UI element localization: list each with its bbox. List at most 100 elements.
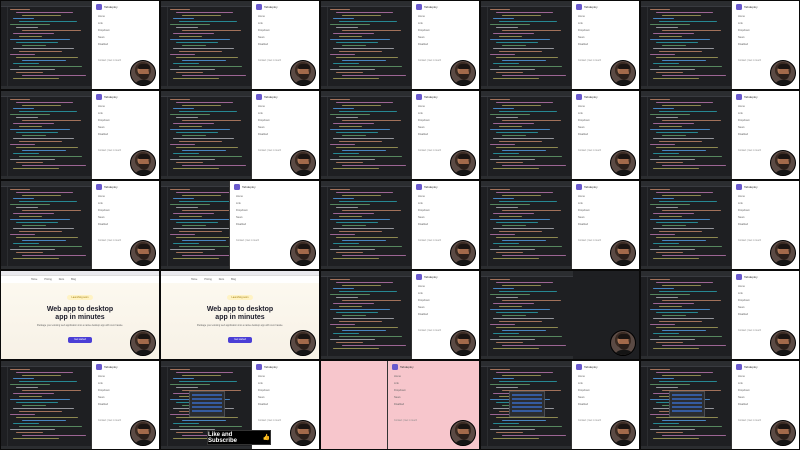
app-nav-item[interactable]: Home [98,193,110,200]
app-nav-item[interactable]: Home [738,373,750,380]
video-frame-thumbnail[interactable]: Tabdeploy Home Link Dropdown News Disabled Con… [160,180,320,270]
code-editor[interactable] [481,181,573,269]
app-nav-item[interactable]: News [578,214,590,221]
code-editor[interactable] [161,91,253,179]
video-frame-thumbnail[interactable]: Tabdeploy Home Link Dropdown News Disabled Con… [480,360,640,450]
editor-tabs[interactable] [1,361,93,367]
video-frame-thumbnail[interactable]: Tabdeploy Home Link Dropdown News Disabled Con… [160,90,320,180]
app-nav-item[interactable]: Link [418,290,430,297]
app-nav-item[interactable]: Link [738,380,750,387]
app-nav-item[interactable]: Home [418,193,430,200]
editor-tabs[interactable] [1,1,93,7]
video-frame-thumbnail[interactable]: Tabdeploy Home Link Dropdown News Disabled Con… [320,90,480,180]
code-editor[interactable] [321,181,413,269]
app-nav-item[interactable]: Home [418,283,430,290]
app-nav-item[interactable]: Link [258,380,270,387]
autocomplete-item[interactable] [672,398,702,400]
app-nav-item[interactable]: Dropdown [738,387,750,394]
editor-tabs[interactable] [481,361,573,367]
autocomplete-item[interactable] [512,406,542,408]
app-nav-item[interactable]: News [258,394,270,401]
app-nav-item[interactable]: Home [98,373,110,380]
editor-tabs[interactable] [1,91,93,97]
editor-tabs[interactable] [641,91,733,97]
code-editor[interactable] [1,181,93,269]
editor-tabs[interactable] [1,181,93,187]
app-nav-item[interactable]: Dropdown [418,117,430,124]
app-nav-item[interactable]: Link [98,110,110,117]
app-nav-item[interactable]: News [578,124,590,131]
code-editor[interactable] [481,1,573,89]
code-editor[interactable] [321,271,413,359]
code-editor[interactable] [1,361,93,449]
app-nav-item[interactable]: Dropdown [738,297,750,304]
app-nav-item[interactable]: Link [738,110,750,117]
video-frame-thumbnail[interactable]: Tabdeploy Home Link Dropdown News Disabled Con… [320,0,480,90]
app-nav-item[interactable]: Dropdown [98,27,110,34]
app-nav-item[interactable]: News [98,394,110,401]
app-nav-item[interactable]: Dropdown [98,387,110,394]
video-frame-thumbnail[interactable]: Tabdeploy Home Link Dropdown News Disabled Con… [320,180,480,270]
app-nav-item[interactable]: Home [578,103,590,110]
app-nav-item[interactable]: Dropdown [738,207,750,214]
app-nav-item[interactable]: Home [394,373,406,380]
code-editor[interactable] [641,91,733,179]
code-editor[interactable] [321,91,413,179]
video-frame-thumbnail[interactable]: Tabdeploy Home Link Dropdown News Disabled Con… [0,90,160,180]
code-editor[interactable] [1,1,93,89]
video-frame-thumbnail[interactable]: Home Pricing Docs Blog Launching soon Web app… [160,270,320,360]
code-editor[interactable] [161,1,253,89]
app-nav-item[interactable]: Home [258,373,270,380]
video-frame-thumbnail[interactable]: Tabdeploy Home Link Dropdown News Disabled Con… [320,360,480,450]
site-nav-link[interactable]: Pricing [44,278,51,281]
app-nav-item[interactable]: Dropdown [418,207,430,214]
app-nav-item[interactable]: News [394,394,406,401]
app-nav-item[interactable]: Dropdown [738,27,750,34]
video-frame-thumbnail[interactable]: Tabdeploy Home Link Dropdown News Disabled Con… [0,180,160,270]
video-frame-thumbnail[interactable]: Tabdeploy Home Link Dropdown News Disabled Con… [480,0,640,90]
code-editor[interactable] [481,271,573,359]
app-nav-item[interactable]: Dropdown [738,117,750,124]
app-nav-item[interactable]: Home [738,103,750,110]
app-nav-item[interactable]: Link [258,110,270,117]
editor-tabs[interactable] [321,1,413,7]
app-nav-item[interactable]: Disabled [418,311,430,318]
autocomplete-popup[interactable] [509,391,545,417]
app-nav-item[interactable]: Disabled [738,41,750,48]
autocomplete-item[interactable] [672,402,702,404]
app-nav-item[interactable]: News [418,124,430,131]
app-nav-item[interactable]: Dropdown [418,297,430,304]
editor-tabs[interactable] [161,91,253,97]
autocomplete-item[interactable] [672,406,702,408]
app-nav-item[interactable]: Link [98,200,110,207]
autocomplete-item[interactable] [512,394,542,396]
app-nav-item[interactable]: News [738,394,750,401]
app-nav-item[interactable]: Disabled [738,131,750,138]
app-nav-item[interactable]: News [236,214,248,221]
app-nav-item[interactable]: Home [258,103,270,110]
app-nav-item[interactable]: Link [578,200,590,207]
editor-tabs[interactable] [321,91,413,97]
video-frame-thumbnail[interactable] [480,270,640,360]
app-nav-item[interactable]: Dropdown [258,27,270,34]
app-nav-item[interactable]: Disabled [738,311,750,318]
app-nav-item[interactable]: Disabled [578,221,590,228]
get-started-button[interactable]: Get started [228,336,252,343]
get-started-button[interactable]: Get started [68,336,92,343]
autocomplete-item[interactable] [512,410,542,412]
app-nav-item[interactable]: Disabled [578,401,590,408]
autocomplete-item[interactable] [512,398,542,400]
app-nav-item[interactable]: Dropdown [578,207,590,214]
video-frame-thumbnail[interactable]: Tabdeploy Home Link Dropdown News Disabled Con… [480,90,640,180]
editor-tabs[interactable] [321,181,413,187]
app-nav-item[interactable]: Disabled [98,41,110,48]
app-nav-item[interactable]: Link [738,290,750,297]
autocomplete-item[interactable] [192,402,222,404]
app-nav-item[interactable]: Dropdown [98,117,110,124]
app-nav-item[interactable]: Dropdown [578,387,590,394]
app-nav-item[interactable]: Home [418,103,430,110]
app-nav-item[interactable]: Disabled [418,221,430,228]
app-nav-item[interactable]: Home [578,373,590,380]
site-nav-link[interactable]: Home [191,278,197,281]
editor-tabs[interactable] [481,1,573,7]
